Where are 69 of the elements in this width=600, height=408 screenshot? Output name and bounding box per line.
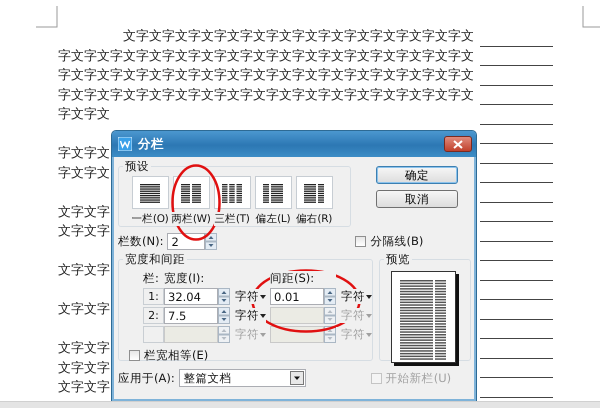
column-number bbox=[143, 326, 164, 343]
preset-button[interactable] bbox=[254, 176, 292, 209]
body-text: 文字文字 bbox=[58, 380, 110, 396]
column-layout-icon bbox=[181, 182, 201, 204]
preset-button[interactable] bbox=[172, 176, 210, 209]
body-text: 字文字文 bbox=[58, 107, 110, 122]
spacing-field[interactable]: 0.01 bbox=[270, 288, 324, 305]
preset-label: 偏右(R) bbox=[296, 212, 332, 226]
spin-buttons[interactable] bbox=[218, 288, 230, 305]
close-icon bbox=[453, 140, 463, 148]
group-title: 预设 bbox=[124, 159, 150, 174]
spin-buttons[interactable] bbox=[324, 288, 336, 305]
body-text: 文字文字 bbox=[58, 204, 110, 220]
preset-label: 两栏(W) bbox=[171, 212, 211, 226]
caret-icon bbox=[260, 314, 266, 318]
checkbox[interactable] bbox=[129, 350, 140, 361]
preset-label: 一栏(O) bbox=[132, 212, 168, 226]
body-text: 字文字文 bbox=[58, 146, 110, 162]
width-field[interactable]: 7.5 bbox=[164, 307, 218, 324]
checkbox-label: 栏宽相等(E) bbox=[144, 348, 208, 363]
spin-buttons[interactable] bbox=[205, 233, 218, 250]
corner-mark bbox=[582, 6, 600, 28]
column-layout-icon bbox=[263, 182, 283, 204]
group-title: 预览 bbox=[385, 252, 411, 267]
body-text: 字文字文字文字文字文字文字文字文字文字文字文字文字文字文字文字文 bbox=[58, 88, 474, 103]
caret-icon bbox=[366, 314, 372, 318]
body-text: 文字文字 bbox=[58, 263, 110, 278]
caret-icon bbox=[366, 332, 372, 336]
column-layout-icon bbox=[304, 182, 324, 204]
spin-buttons bbox=[324, 307, 336, 324]
field-label: 栏数(N): bbox=[118, 234, 164, 249]
column-header: 间距(S): bbox=[270, 271, 336, 286]
column-number: 1: bbox=[143, 288, 164, 305]
width-field[interactable]: 32.04 bbox=[164, 288, 218, 305]
checkbox-label: 开始新栏(U) bbox=[386, 370, 452, 386]
caret-icon bbox=[366, 294, 372, 298]
caret-icon bbox=[260, 294, 266, 298]
preset-button[interactable] bbox=[214, 176, 250, 209]
group-title: 宽度和间距 bbox=[124, 252, 186, 267]
field-label: 应用于(A): bbox=[118, 370, 175, 386]
caret-icon bbox=[260, 332, 266, 336]
column-layout-icon bbox=[140, 182, 160, 204]
spin-buttons[interactable] bbox=[218, 307, 230, 324]
ok-button[interactable]: 确定 bbox=[376, 166, 458, 184]
dialog-title: 分栏 bbox=[138, 136, 164, 152]
close-button[interactable] bbox=[444, 136, 472, 152]
column-number: 2: bbox=[143, 307, 164, 324]
body-text: 字文字文字文字文字文字文字文字文字文字文字文字文字文字文字文字文 bbox=[58, 48, 474, 64]
body-text: 字文字文 bbox=[58, 166, 110, 181]
body-text: 字文字文字文字文字文字文字文字文字文字文字文字文字文字文字文字文 bbox=[58, 68, 474, 84]
preset-button[interactable] bbox=[296, 176, 332, 209]
spin-buttons bbox=[324, 326, 336, 343]
body-text: 文字文字 bbox=[58, 302, 110, 318]
body-text: 文字文字文字文字文字文字文字文字文字文字文字文字文字文 bbox=[123, 29, 474, 44]
preset-label: 偏左(L) bbox=[256, 212, 290, 226]
checkbox[interactable] bbox=[355, 236, 366, 247]
app-logo-icon bbox=[118, 137, 132, 151]
column-layout-icon bbox=[222, 182, 242, 204]
body-text: 文字文字 bbox=[58, 360, 110, 376]
preset-label: 三栏(T) bbox=[214, 212, 250, 226]
column-count-field[interactable]: 2 bbox=[167, 233, 206, 250]
body-text: 文字文字 bbox=[58, 341, 110, 356]
corner-mark bbox=[36, 6, 58, 28]
cancel-button[interactable]: 取消 bbox=[376, 190, 458, 208]
spin-buttons bbox=[218, 326, 230, 343]
preset-button[interactable] bbox=[132, 176, 168, 209]
checkbox-label: 分隔线(B) bbox=[370, 234, 424, 249]
body-text: 文字文字 bbox=[58, 224, 110, 240]
apply-dropdown[interactable]: 整篇文档 bbox=[178, 369, 306, 387]
